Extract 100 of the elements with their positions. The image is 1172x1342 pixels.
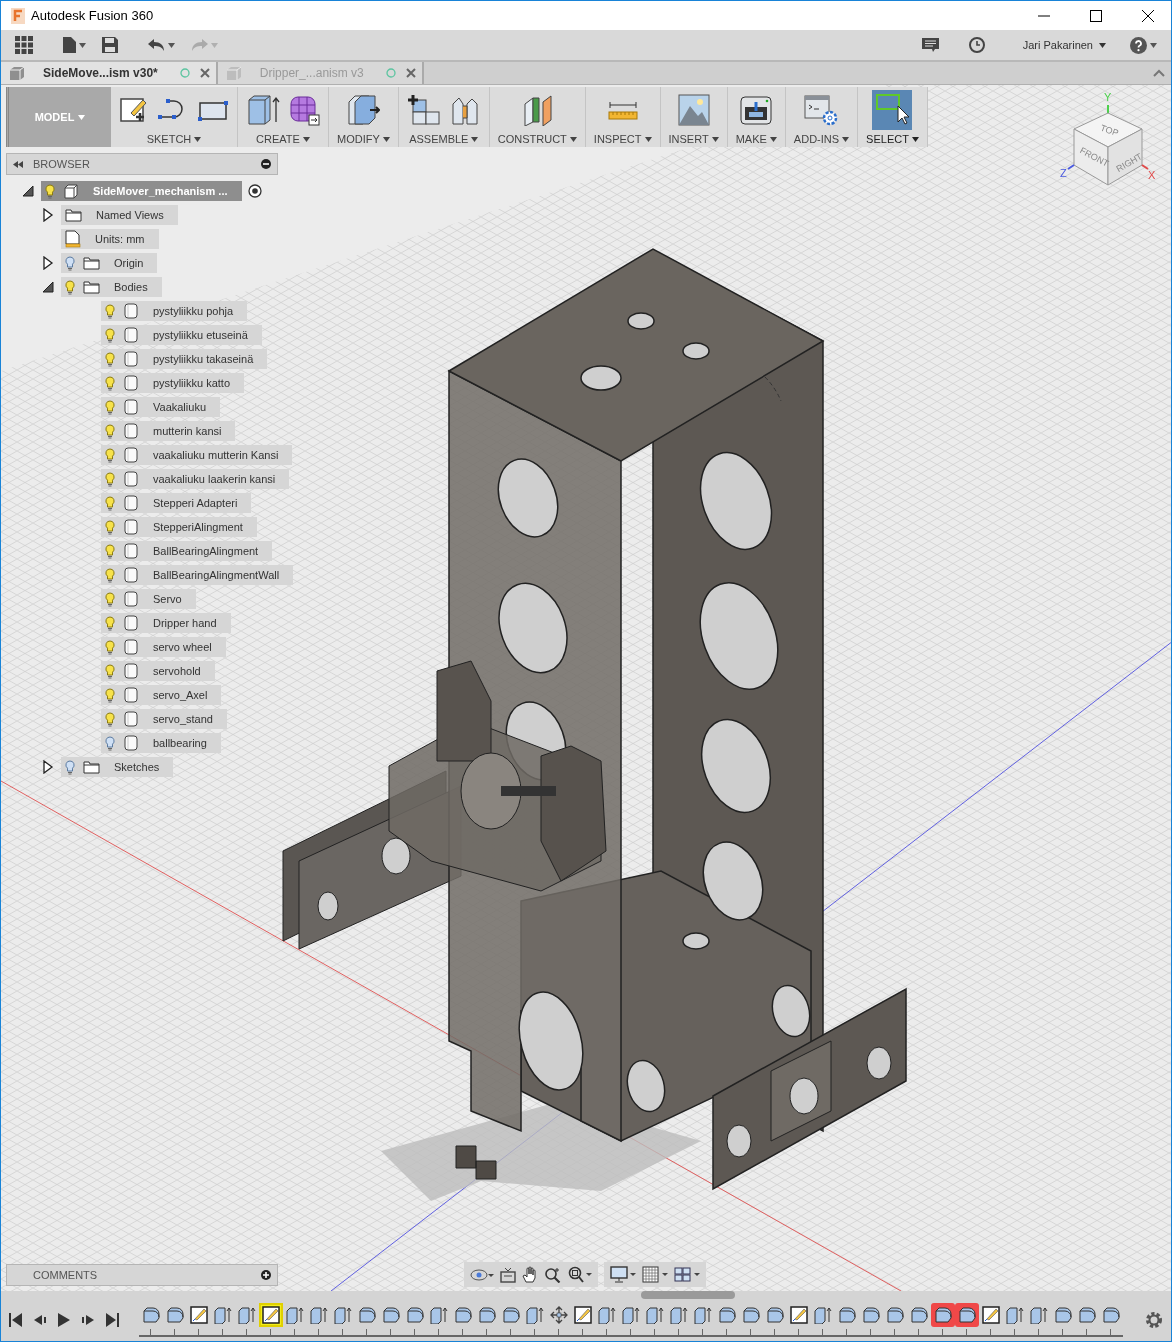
lightbulb-icon[interactable] xyxy=(105,495,115,511)
browser-item[interactable]: BallBearingAlingmentWall xyxy=(101,565,294,585)
browser-item[interactable]: servo wheel xyxy=(101,637,226,657)
minus-circle-icon[interactable] xyxy=(261,159,271,169)
3d-printer-icon[interactable] xyxy=(740,94,773,126)
browser-item[interactable]: pystyliikku pohja xyxy=(101,301,248,321)
lightbulb-icon[interactable] xyxy=(105,711,115,727)
activate-radio[interactable] xyxy=(247,184,262,198)
construction-plane-icon[interactable] xyxy=(521,94,554,126)
lightbulb-icon[interactable] xyxy=(65,279,75,295)
lightbulb-icon[interactable] xyxy=(105,639,115,655)
ribbon-menu[interactable]: INSERT xyxy=(668,133,719,145)
browser-item[interactable]: pystyliikku takaseinä xyxy=(101,349,268,369)
select-box-icon[interactable] xyxy=(872,90,913,130)
script-gear-icon[interactable] xyxy=(804,94,839,126)
collapse-caret-icon[interactable] xyxy=(1153,69,1165,77)
step-forward-icon[interactable] xyxy=(81,1312,95,1328)
browser-item[interactable]: mutterin kansi xyxy=(101,421,236,441)
browser-item[interactable]: servo_Axel xyxy=(101,685,222,705)
grid-icon[interactable] xyxy=(642,1266,668,1283)
lightbulb-icon[interactable] xyxy=(105,567,115,583)
browser-item[interactable]: Sketches xyxy=(61,757,174,777)
browser-item[interactable]: ballbearing xyxy=(101,733,221,753)
ribbon-menu[interactable]: ADD-INS xyxy=(793,133,850,145)
play-icon[interactable] xyxy=(57,1312,71,1328)
fit-zoom-icon[interactable] xyxy=(568,1266,592,1283)
browser-item[interactable]: Dripper hand xyxy=(101,613,231,633)
expanded-triangle-icon[interactable] xyxy=(41,280,55,294)
collapsed-triangle-icon[interactable] xyxy=(41,256,55,270)
expanded-triangle-icon[interactable] xyxy=(21,184,35,198)
user-menu[interactable]: Jari Pakarinen xyxy=(1008,39,1120,51)
pan-hand-icon[interactable] xyxy=(522,1266,538,1283)
settings-icon[interactable] xyxy=(1145,1311,1163,1329)
extrude-box-icon[interactable] xyxy=(246,94,280,126)
sketch-pencil-icon[interactable] xyxy=(119,95,149,125)
lightbulb-icon[interactable] xyxy=(105,591,115,607)
browser-item[interactable]: servo_stand xyxy=(101,709,227,729)
ribbon-menu[interactable]: CREATE xyxy=(256,133,310,145)
monitor-icon[interactable] xyxy=(610,1266,636,1283)
lightbulb-icon[interactable] xyxy=(45,183,55,199)
browser-item[interactable]: StepperiAlingment xyxy=(101,517,257,537)
lightbulb-icon[interactable] xyxy=(65,759,75,775)
lightbulb-icon[interactable] xyxy=(105,663,115,679)
skip-to-end-icon[interactable] xyxy=(105,1312,119,1328)
orbit-icon[interactable] xyxy=(470,1266,494,1283)
browser-item[interactable]: BallBearingAlingment xyxy=(101,541,273,561)
browser-item[interactable]: Servo xyxy=(101,589,196,609)
step-back-icon[interactable] xyxy=(33,1312,47,1328)
browser-item[interactable]: pystyliikku etuseinä xyxy=(101,325,262,345)
browser-item[interactable]: Vaakaliuku xyxy=(101,397,220,417)
lightbulb-icon[interactable] xyxy=(65,255,75,271)
add-circle-icon[interactable] xyxy=(261,1270,271,1280)
lightbulb-icon[interactable] xyxy=(105,327,115,343)
browser-item[interactable]: Units: mm xyxy=(61,229,159,249)
lightbulb-icon[interactable] xyxy=(105,735,115,751)
viewports-icon[interactable] xyxy=(674,1266,700,1283)
lightbulb-icon[interactable] xyxy=(105,543,115,559)
maximize-icon xyxy=(1090,9,1102,22)
browser-item[interactable]: vaakaliuku laakerin kansi xyxy=(101,469,290,489)
lightbulb-icon[interactable] xyxy=(105,615,115,631)
ribbon-menu[interactable]: INSPECT xyxy=(593,133,652,145)
lightbulb-icon[interactable] xyxy=(105,447,115,463)
close-icon[interactable] xyxy=(405,68,416,78)
browser-item[interactable]: vaakaliuku mutterin Kansi xyxy=(101,445,293,465)
document-tab[interactable]: SideMove...ism v30* xyxy=(1,62,218,84)
lightbulb-icon[interactable] xyxy=(105,375,115,391)
ribbon-menu[interactable]: SKETCH xyxy=(146,133,202,145)
browser-item[interactable]: Named Views xyxy=(61,205,178,225)
ribbon-menu[interactable]: CONSTRUCT xyxy=(497,133,577,145)
ribbon-menu[interactable]: SELECT xyxy=(866,133,919,145)
browser-item[interactable]: servohold xyxy=(101,661,215,681)
collapsed-triangle-icon[interactable] xyxy=(41,208,55,222)
look-at-icon[interactable] xyxy=(500,1266,516,1283)
ribbon-menu[interactable]: ASSEMBLE xyxy=(409,133,479,145)
form-cage-icon[interactable] xyxy=(288,94,320,126)
lightbulb-icon[interactable] xyxy=(105,399,115,415)
browser-item[interactable]: Origin xyxy=(61,253,158,273)
lightbulb-icon[interactable] xyxy=(105,471,115,487)
collapse-panel-icon[interactable] xyxy=(13,160,23,168)
skip-to-start-icon[interactable] xyxy=(9,1312,23,1328)
lightbulb-icon[interactable] xyxy=(105,303,115,319)
caret-icon xyxy=(79,42,86,48)
lightbulb-icon[interactable] xyxy=(105,687,115,703)
collapsed-triangle-icon[interactable] xyxy=(41,760,55,774)
close-icon[interactable] xyxy=(199,68,210,78)
zoom-icon[interactable] xyxy=(544,1266,562,1283)
browser-item[interactable]: Bodies xyxy=(61,277,162,297)
lightbulb-icon[interactable] xyxy=(105,351,115,367)
browser-item[interactable]: pystyliikku katto xyxy=(101,373,245,393)
ribbon-menu[interactable]: MODIFY xyxy=(337,133,390,145)
new-component-icon[interactable] xyxy=(406,94,441,126)
scrollbar-thumb[interactable] xyxy=(641,1291,735,1299)
caret-icon xyxy=(769,136,777,142)
ribbon-menu[interactable]: MAKE xyxy=(735,133,777,145)
save-icon xyxy=(102,37,118,53)
image-icon[interactable] xyxy=(677,94,710,126)
lightbulb-icon[interactable] xyxy=(105,423,115,439)
browser-item[interactable]: Stepperi Adapteri xyxy=(101,493,252,513)
push-pull-icon[interactable] xyxy=(346,94,381,126)
lightbulb-icon[interactable] xyxy=(105,519,115,535)
